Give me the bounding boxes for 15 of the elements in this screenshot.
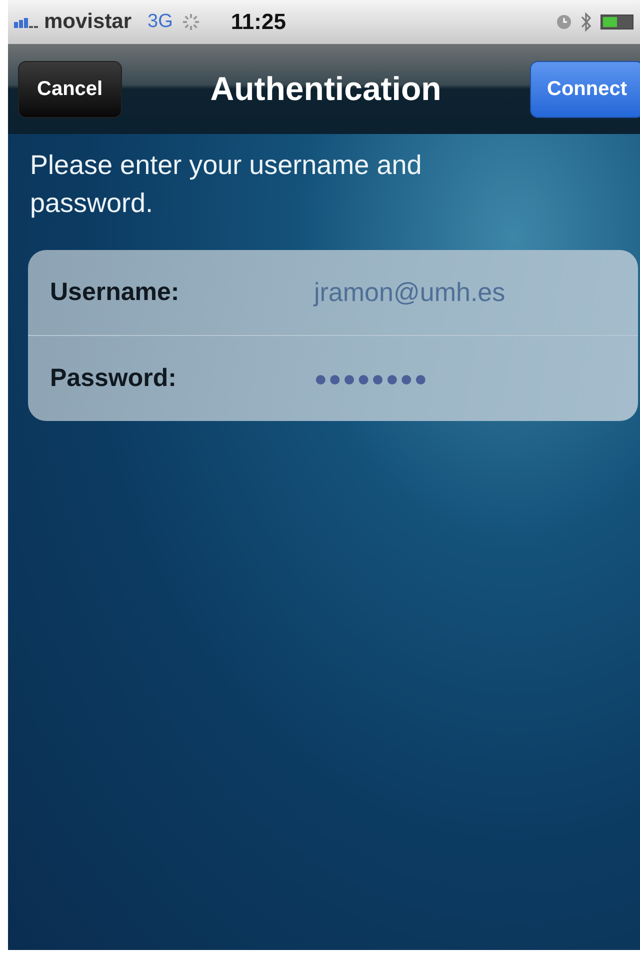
instruction-text: Please enter your username and password. <box>30 149 423 220</box>
input-field[interactable]: jramon@umh.es <box>314 277 506 308</box>
cancel-button[interactable]: Cancel <box>18 60 122 118</box>
screen-title: Authentication <box>209 70 442 108</box>
input-field[interactable]: ●●●●●●●● <box>314 366 428 392</box>
activity-spinner-icon <box>180 12 201 32</box>
bluetooth-icon <box>580 12 592 32</box>
connect-button[interactable]: Connect <box>530 60 640 118</box>
clock-icon <box>556 14 572 30</box>
carrier-name: movistar <box>44 10 132 34</box>
network-type: 3G <box>148 11 173 33</box>
clock-time: 11:25 <box>230 9 286 35</box>
field-label: Password: <box>50 364 178 393</box>
battery-icon <box>600 14 634 30</box>
field-label: Username: <box>50 278 180 307</box>
